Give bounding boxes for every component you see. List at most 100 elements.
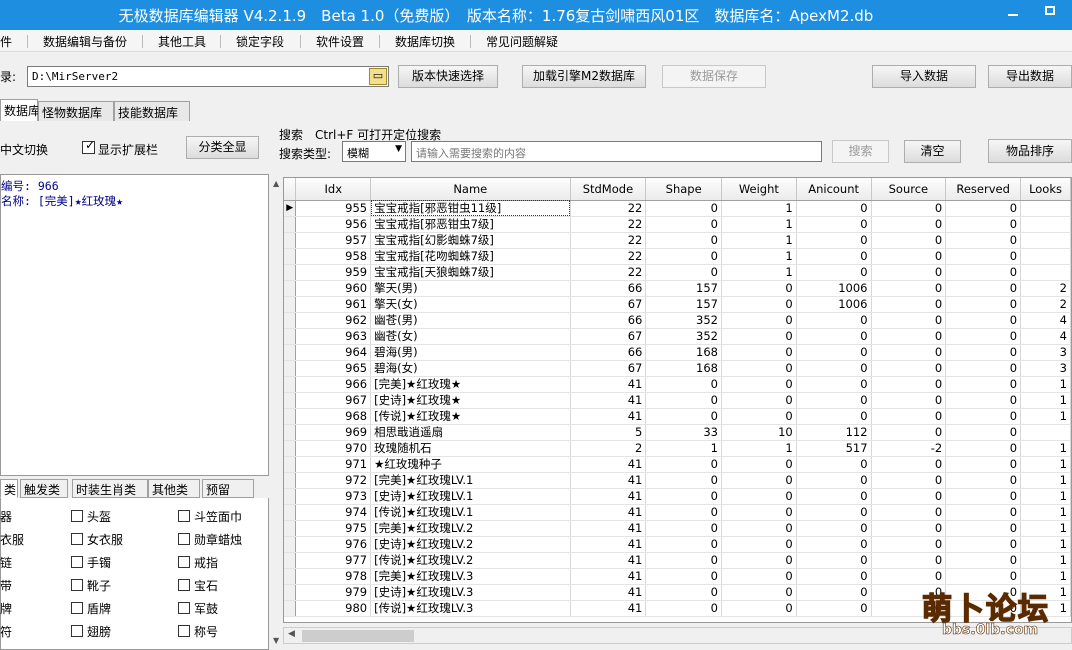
cell-weight[interactable]: 0 [721, 280, 797, 297]
cell-weight[interactable]: 0 [721, 472, 797, 489]
cell-name[interactable]: [完美]★红玫瑰LV.3 [370, 568, 571, 585]
cell-source[interactable]: 0 [871, 536, 947, 553]
row-indicator[interactable] [284, 232, 297, 249]
menu-lock-fields[interactable]: 锁定字段 [236, 33, 284, 50]
cell-source[interactable]: 0 [871, 504, 947, 521]
cell-source[interactable]: 0 [871, 312, 947, 329]
table-row[interactable]: ▶ 955 宝宝戒指[邪恶钳虫11级] 22 0 1 0 0 0 [284, 200, 1071, 217]
menu-data-edit-backup[interactable]: 数据编辑与备份 [43, 33, 127, 50]
cell-idx[interactable]: 972 [295, 472, 372, 489]
cell-name[interactable]: 玫瑰随机石 [370, 440, 571, 457]
cell-anicount[interactable]: 0 [796, 552, 872, 569]
cell-anicount[interactable]: 517 [796, 440, 872, 457]
cell-stdmode[interactable]: 22 [570, 248, 647, 265]
cell-stdmode[interactable]: 41 [570, 536, 647, 553]
clear-button[interactable]: 清空 [904, 140, 961, 163]
cell-reserved[interactable]: 0 [945, 440, 1022, 457]
import-data-button[interactable]: 导入数据 [872, 65, 976, 88]
cell-idx[interactable]: 956 [295, 216, 372, 233]
cell-shape[interactable]: 0 [645, 600, 722, 617]
cell-stdmode[interactable]: 41 [570, 584, 647, 601]
cell-stdmode[interactable]: 41 [570, 392, 647, 409]
cell-source[interactable]: 0 [871, 472, 947, 489]
cell-looks[interactable]: 3 [1020, 360, 1071, 377]
maximize-button[interactable] [1032, 0, 1068, 24]
version-select-button[interactable]: 版本快速选择 [398, 65, 498, 88]
cat-tab-fashion[interactable]: 时装生肖类 [72, 479, 148, 498]
row-indicator[interactable] [284, 328, 297, 345]
row-indicator[interactable] [284, 424, 297, 441]
cell-stdmode[interactable]: 2 [570, 440, 647, 457]
cell-name[interactable]: [传说]★红玫瑰★ [370, 408, 571, 425]
cell-looks[interactable]: 1 [1020, 504, 1071, 521]
cell-reserved[interactable]: 0 [945, 200, 1022, 217]
cell-weight[interactable]: 1 [721, 200, 797, 217]
cell-name[interactable]: 宝宝戒指[邪恶钳虫7级] [370, 216, 571, 233]
cell-reserved[interactable]: 0 [945, 520, 1022, 537]
cat-tab-trigger[interactable]: 触发类 [20, 479, 68, 498]
cell-anicount[interactable]: 112 [796, 424, 872, 441]
cell-source[interactable]: 0 [871, 488, 947, 505]
cell-stdmode[interactable]: 22 [570, 216, 647, 233]
cell-weight[interactable]: 1 [721, 264, 797, 281]
table-row[interactable]: 968 [传说]★红玫瑰★ 41 0 0 0 0 0 1 [284, 408, 1071, 425]
cell-idx[interactable]: 958 [295, 248, 372, 265]
table-row[interactable]: 975 [完美]★红玫瑰LV.2 41 0 0 0 0 0 1 [284, 520, 1071, 537]
row-indicator[interactable] [284, 488, 297, 505]
row-indicator[interactable] [284, 248, 297, 265]
cell-name[interactable]: 碧海(男) [370, 344, 571, 361]
cell-looks[interactable]: 1 [1020, 376, 1071, 393]
cell-weight[interactable]: 0 [721, 536, 797, 553]
cell-anicount[interactable]: 0 [796, 344, 872, 361]
cell-reserved[interactable]: 0 [945, 456, 1022, 473]
cell-shape[interactable]: 0 [645, 472, 722, 489]
cell-reserved[interactable]: 0 [945, 360, 1022, 377]
cell-weight[interactable]: 1 [721, 232, 797, 249]
row-indicator[interactable] [284, 264, 297, 281]
cell-shape[interactable]: 0 [645, 408, 722, 425]
item-sort-button[interactable]: 物品排序 [988, 139, 1072, 163]
cell-looks[interactable]: 1 [1020, 392, 1071, 409]
col-header-looks[interactable]: Looks [1020, 178, 1071, 201]
cell-name[interactable]: [传说]★红玫瑰LV.3 [370, 600, 571, 617]
load-m2-db-button[interactable]: 加载引擎M2数据库 [522, 65, 646, 88]
cell-stdmode[interactable]: 41 [570, 552, 647, 569]
cell-source[interactable]: 0 [871, 552, 947, 569]
cell-idx[interactable]: 960 [295, 280, 372, 297]
cell-stdmode[interactable]: 66 [570, 344, 647, 361]
cell-idx[interactable]: 965 [295, 360, 372, 377]
cell-idx[interactable]: 980 [295, 600, 372, 617]
cell-name[interactable]: [史诗]★红玫瑰LV.3 [370, 584, 571, 601]
cell-weight[interactable]: 0 [721, 504, 797, 521]
cell-anicount[interactable]: 0 [796, 328, 872, 345]
cell-anicount[interactable]: 0 [796, 536, 872, 553]
table-row[interactable]: 969 相思戢逍遥扇 5 33 10 112 0 0 [284, 424, 1071, 441]
col-header-reserved[interactable]: Reserved [945, 178, 1022, 201]
menu-other-tools[interactable]: 其他工具 [158, 33, 206, 50]
cell-reserved[interactable]: 0 [945, 392, 1022, 409]
cell-stdmode[interactable]: 41 [570, 376, 647, 393]
row-indicator[interactable] [284, 456, 297, 473]
cell-weight[interactable]: 10 [721, 424, 797, 441]
cell-weight[interactable]: 0 [721, 376, 797, 393]
cell-looks[interactable]: 1 [1020, 536, 1071, 553]
col-header-weight[interactable]: Weight [721, 178, 797, 201]
cell-reserved[interactable]: 0 [945, 216, 1022, 233]
cell-shape[interactable]: 0 [645, 376, 722, 393]
cell-anicount[interactable]: 1006 [796, 296, 872, 313]
cell-looks[interactable] [1020, 216, 1071, 233]
cell-stdmode[interactable]: 66 [570, 280, 647, 297]
cell-reserved[interactable]: 0 [945, 376, 1022, 393]
cat-tab-class[interactable]: 类 [0, 479, 18, 498]
cell-looks[interactable]: 1 [1020, 408, 1071, 425]
cell-idx[interactable]: 962 [295, 312, 372, 329]
table-row[interactable]: 966 [完美]★红玫瑰★ 41 0 0 0 0 0 1 [284, 376, 1071, 393]
cell-weight[interactable]: 0 [721, 600, 797, 617]
cell-shape[interactable]: 0 [645, 456, 722, 473]
col-header-source[interactable]: Source [871, 178, 947, 201]
table-row[interactable]: 977 [传说]★红玫瑰LV.2 41 0 0 0 0 0 1 [284, 552, 1071, 569]
cell-shape[interactable]: 0 [645, 584, 722, 601]
table-row[interactable]: 974 [传说]★红玫瑰LV.1 41 0 0 0 0 0 1 [284, 504, 1071, 521]
cell-weight[interactable]: 0 [721, 456, 797, 473]
cell-name[interactable]: 擎天(男) [370, 280, 571, 297]
